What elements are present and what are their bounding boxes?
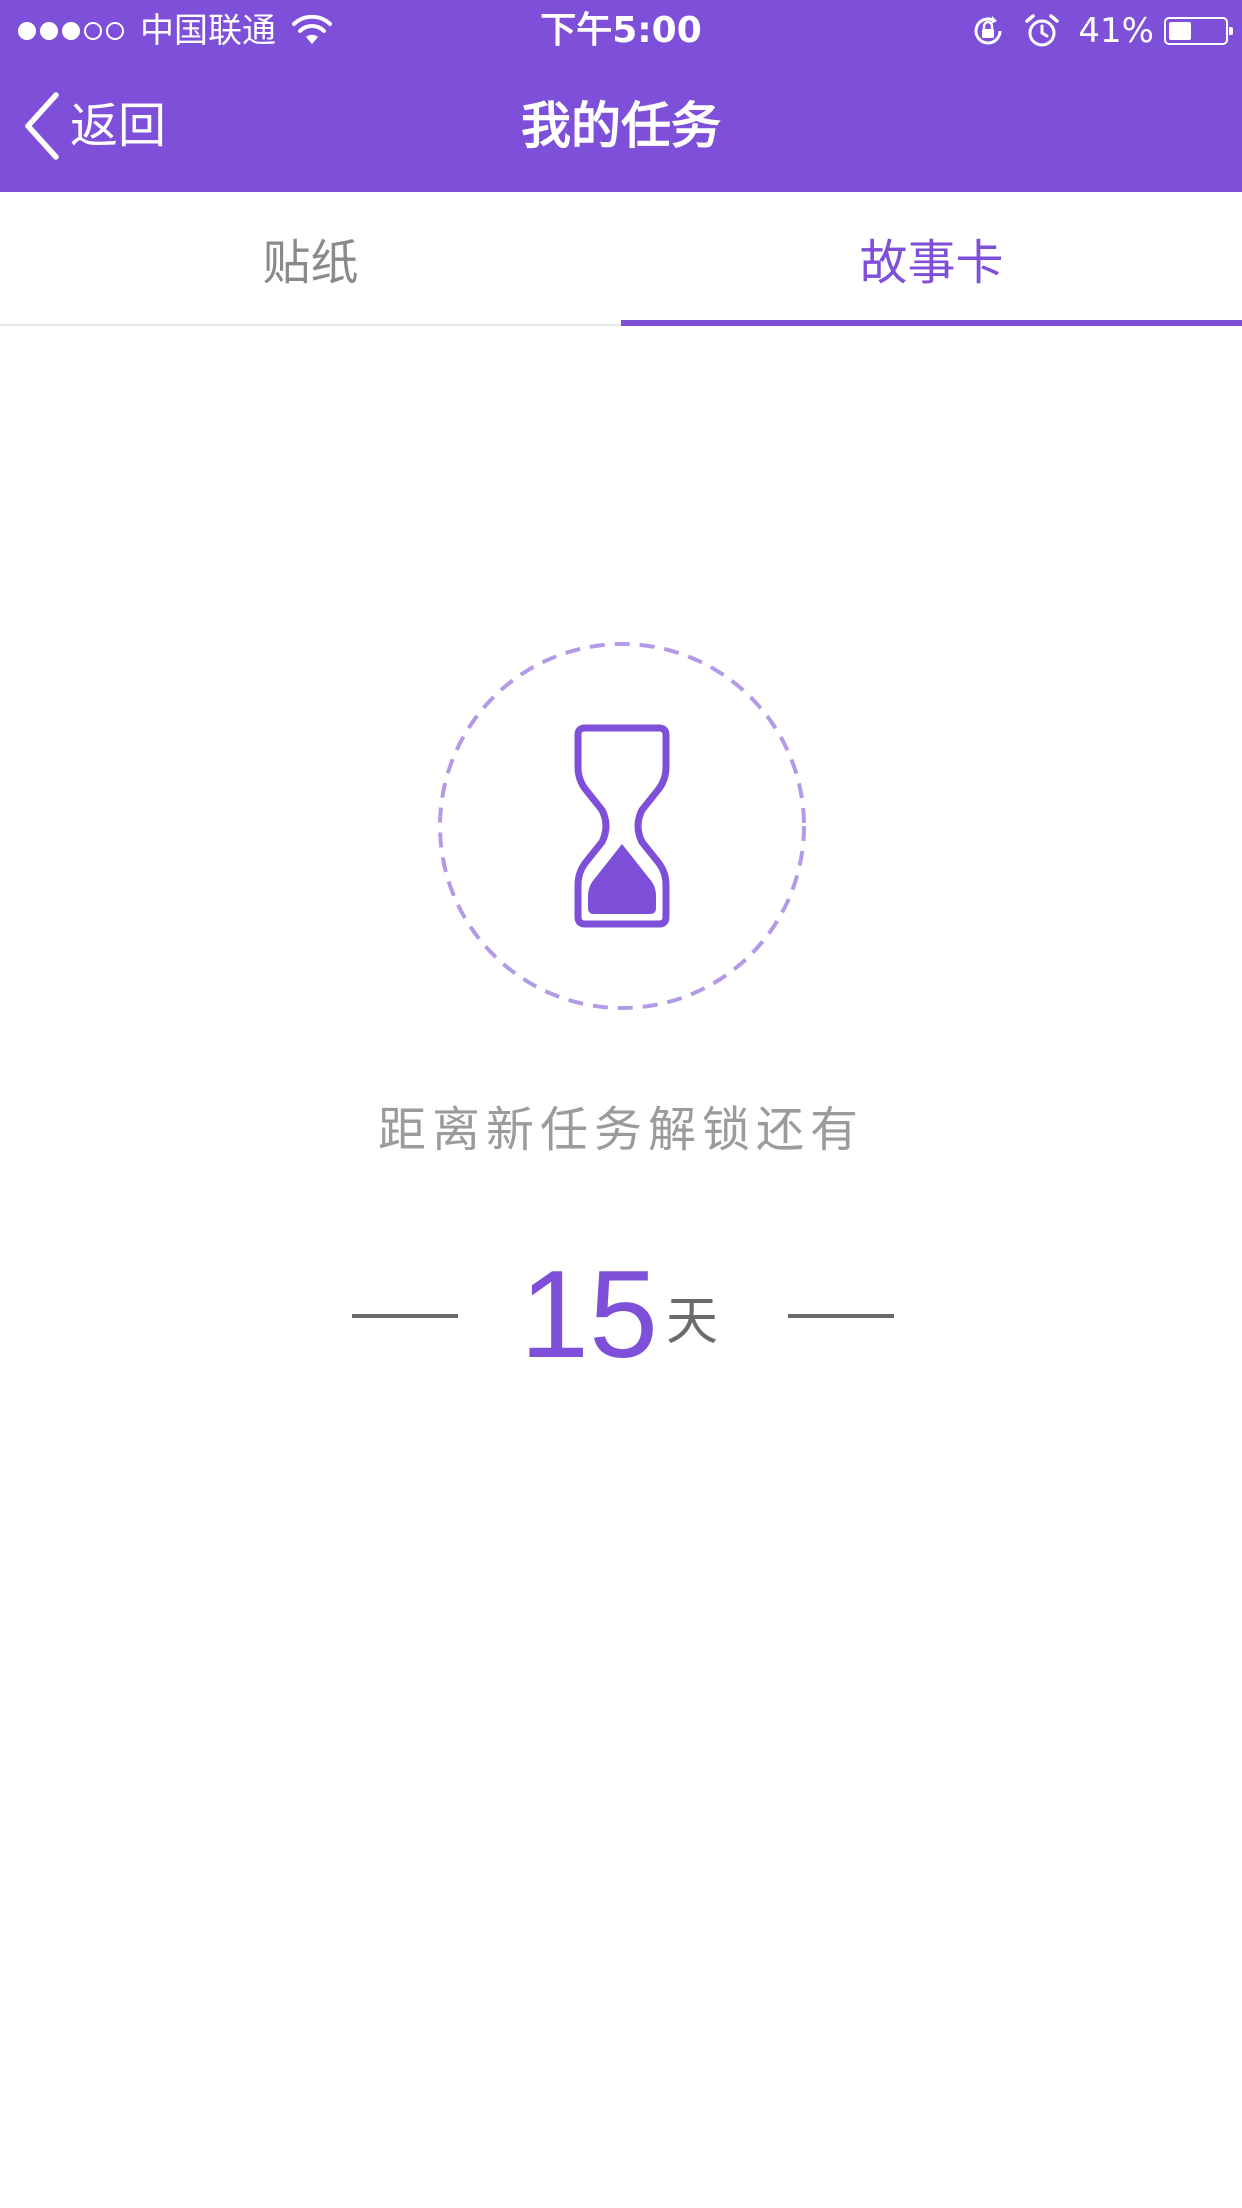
battery-icon bbox=[1164, 17, 1233, 45]
decorative-line-right bbox=[788, 1314, 894, 1318]
app-header: 中国联通 下午5:00 41% 返回 我的任务 bbox=[0, 0, 1242, 192]
tab-story-cards[interactable]: 故事卡 bbox=[621, 192, 1242, 326]
battery-tip bbox=[1229, 27, 1233, 35]
page-title: 我的任务 bbox=[521, 97, 721, 155]
unlock-caption: 距离新任务解锁还有 bbox=[377, 1102, 864, 1158]
battery-percent: 41% bbox=[1078, 11, 1154, 51]
countdown: 15 天 bbox=[0, 1240, 1242, 1390]
orientation-lock-icon bbox=[974, 16, 1002, 45]
alarm-clock-icon bbox=[1025, 14, 1060, 47]
countdown-number: 15 bbox=[520, 1246, 658, 1384]
battery-level-fill bbox=[1169, 22, 1191, 40]
tab-stickers[interactable]: 贴纸 bbox=[0, 192, 621, 324]
hourglass-graphic bbox=[438, 642, 806, 1010]
status-bar: 中国联通 下午5:00 41% bbox=[0, 0, 1242, 62]
status-right: 41% bbox=[970, 8, 1233, 54]
dashed-circle bbox=[438, 642, 806, 1010]
countdown-unit: 天 bbox=[666, 1292, 719, 1352]
tab-bar: 贴纸 故事卡 bbox=[0, 192, 1242, 326]
hourglass-icon bbox=[574, 724, 670, 928]
decorative-line-left bbox=[352, 1314, 458, 1318]
